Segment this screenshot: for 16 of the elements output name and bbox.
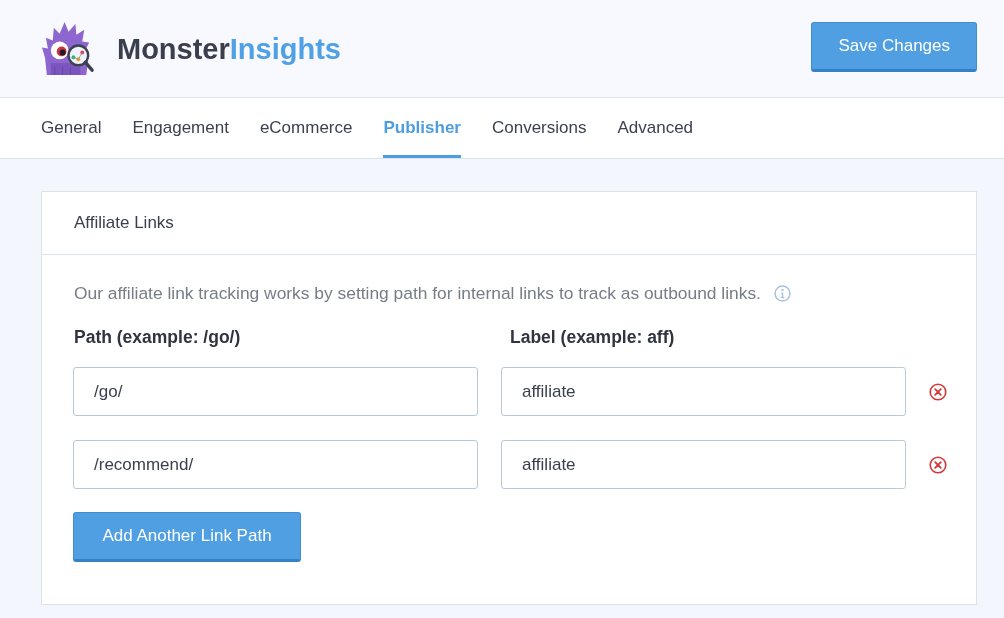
tab[interactable]: Conversions	[491, 98, 587, 158]
path-input[interactable]: /go/	[73, 367, 478, 416]
logo-wordmark: MonsterInsights	[117, 35, 341, 64]
tab[interactable]: General	[41, 98, 102, 158]
column-heading: Path (example: /go/)	[73, 326, 242, 348]
description-text: Our affiliate link tracking works by setting path for internal links to track as outbound links.	[73, 282, 761, 304]
label-input[interactable]: affiliate	[501, 440, 906, 489]
remove-icon[interactable]	[929, 455, 947, 474]
column-heading: Label (example: aff)	[509, 326, 676, 348]
path-input[interactable]: /recommend/	[73, 440, 478, 489]
label-input[interactable]: affiliate	[501, 367, 906, 416]
panel-title: Affiliate Links	[74, 213, 174, 233]
tab[interactable]: Advanced	[617, 98, 694, 158]
tab[interactable]: eCommerce	[259, 98, 353, 158]
tab[interactable]: Engagement	[132, 98, 229, 158]
remove-icon[interactable]	[929, 382, 947, 401]
